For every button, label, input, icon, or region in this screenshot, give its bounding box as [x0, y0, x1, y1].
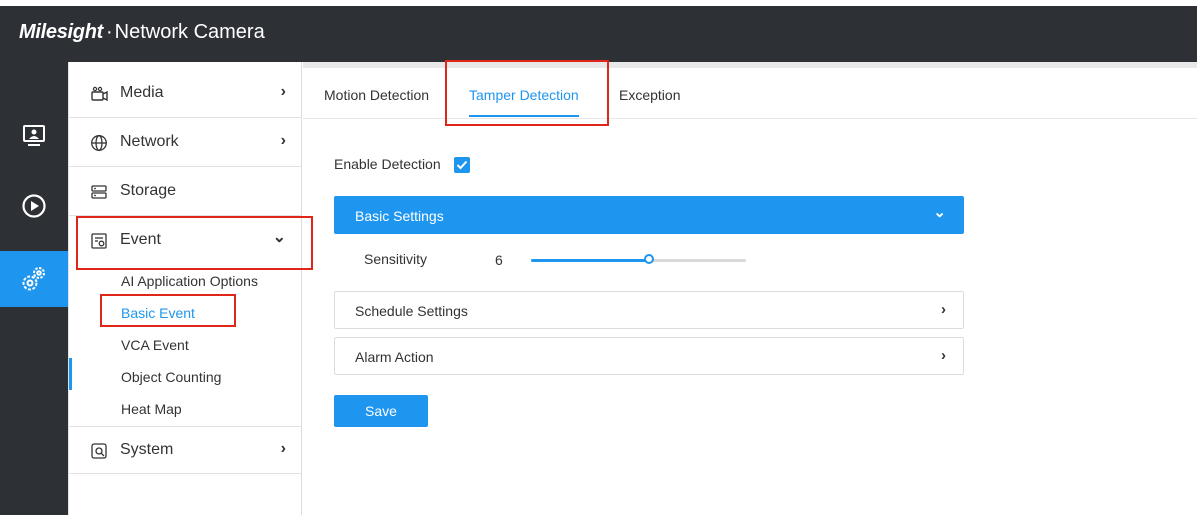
sidebar-item-network[interactable]: Network › [69, 119, 302, 167]
playback-icon [22, 194, 46, 218]
slider-thumb[interactable] [644, 254, 655, 264]
enable-detection-checkbox[interactable] [454, 157, 470, 173]
sidebar-subitem-vca-event[interactable]: VCA Event [121, 337, 189, 353]
sidebar-item-event[interactable]: Event ⌄ [69, 217, 302, 265]
alarm-action-title: Alarm Action [355, 349, 434, 365]
sidebar-item-media[interactable]: Media › [69, 70, 302, 118]
chevron-right-icon: › [280, 83, 286, 100]
monitor-icon [23, 125, 45, 146]
chevron-right-icon: › [280, 440, 286, 457]
sidebar-item-label: Media [120, 84, 164, 101]
live-view-button[interactable] [0, 108, 68, 164]
active-tab-underline [469, 115, 579, 117]
tab-exception[interactable]: Exception [619, 87, 680, 103]
sidebar-item-label: Network [120, 133, 179, 150]
brand: Milesight · Network Camera [19, 20, 265, 44]
basic-settings-header[interactable]: Basic Settings ⌄ [334, 196, 964, 234]
schedule-settings-header[interactable]: Schedule Settings › [334, 291, 964, 329]
save-button[interactable]: Save [334, 395, 428, 427]
sidebar-subitem-ai-application-options[interactable]: AI Application Options [121, 273, 258, 289]
alarm-action-header[interactable]: Alarm Action › [334, 337, 964, 375]
sensitivity-value: 6 [495, 252, 503, 268]
sidebar-subitem-heat-map[interactable]: Heat Map [121, 401, 182, 417]
chevron-down-icon: ⌄ [272, 229, 286, 246]
sidebar-subitem-basic-event[interactable]: Basic Event [121, 305, 195, 321]
tab-tamper-detection[interactable]: Tamper Detection [469, 87, 579, 103]
chevron-right-icon: › [280, 132, 286, 149]
brand-logo: Milesight [19, 21, 103, 43]
storage-icon [91, 185, 107, 199]
sidebar-item-label: System [120, 441, 174, 458]
sidebar-item-label: Event [120, 231, 161, 248]
sidebar-item-system[interactable]: System › [69, 426, 302, 474]
app-title: Network Camera [114, 21, 265, 43]
sidebar-subitem-object-counting[interactable]: Object Counting [121, 369, 221, 385]
top-bar: Milesight · Network Camera [0, 6, 1197, 62]
active-indicator [69, 358, 72, 390]
globe-icon [91, 135, 107, 151]
settings-button[interactable] [0, 251, 68, 307]
brand-dot: · [105, 21, 113, 43]
playback-button[interactable] [0, 178, 68, 234]
sidebar-item-label: Storage [120, 182, 177, 199]
camera-icon [91, 86, 108, 102]
tab-bar: Motion Detection Tamper Detection Except… [303, 68, 1197, 119]
chevron-right-icon: › [941, 347, 946, 364]
sidebar: Media › Network › Storage Event ⌄ AI App… [68, 62, 302, 515]
main-panel: Motion Detection Tamper Detection Except… [303, 62, 1197, 515]
basic-settings-title: Basic Settings [355, 208, 444, 224]
checkmark-icon [456, 160, 468, 170]
sensitivity-slider[interactable] [531, 254, 746, 264]
sidebar-item-storage[interactable]: Storage [69, 168, 302, 216]
schedule-settings-title: Schedule Settings [355, 303, 468, 319]
chevron-down-icon: ⌄ [933, 204, 946, 221]
tab-motion-detection[interactable]: Motion Detection [324, 87, 429, 103]
enable-detection-label: Enable Detection [334, 156, 441, 172]
sensitivity-label: Sensitivity [364, 251, 428, 267]
event-icon [91, 233, 107, 249]
settings-icon [22, 267, 45, 291]
chevron-right-icon: › [941, 301, 946, 318]
slider-fill [531, 259, 650, 262]
system-icon [91, 443, 107, 459]
left-rail [0, 62, 68, 515]
